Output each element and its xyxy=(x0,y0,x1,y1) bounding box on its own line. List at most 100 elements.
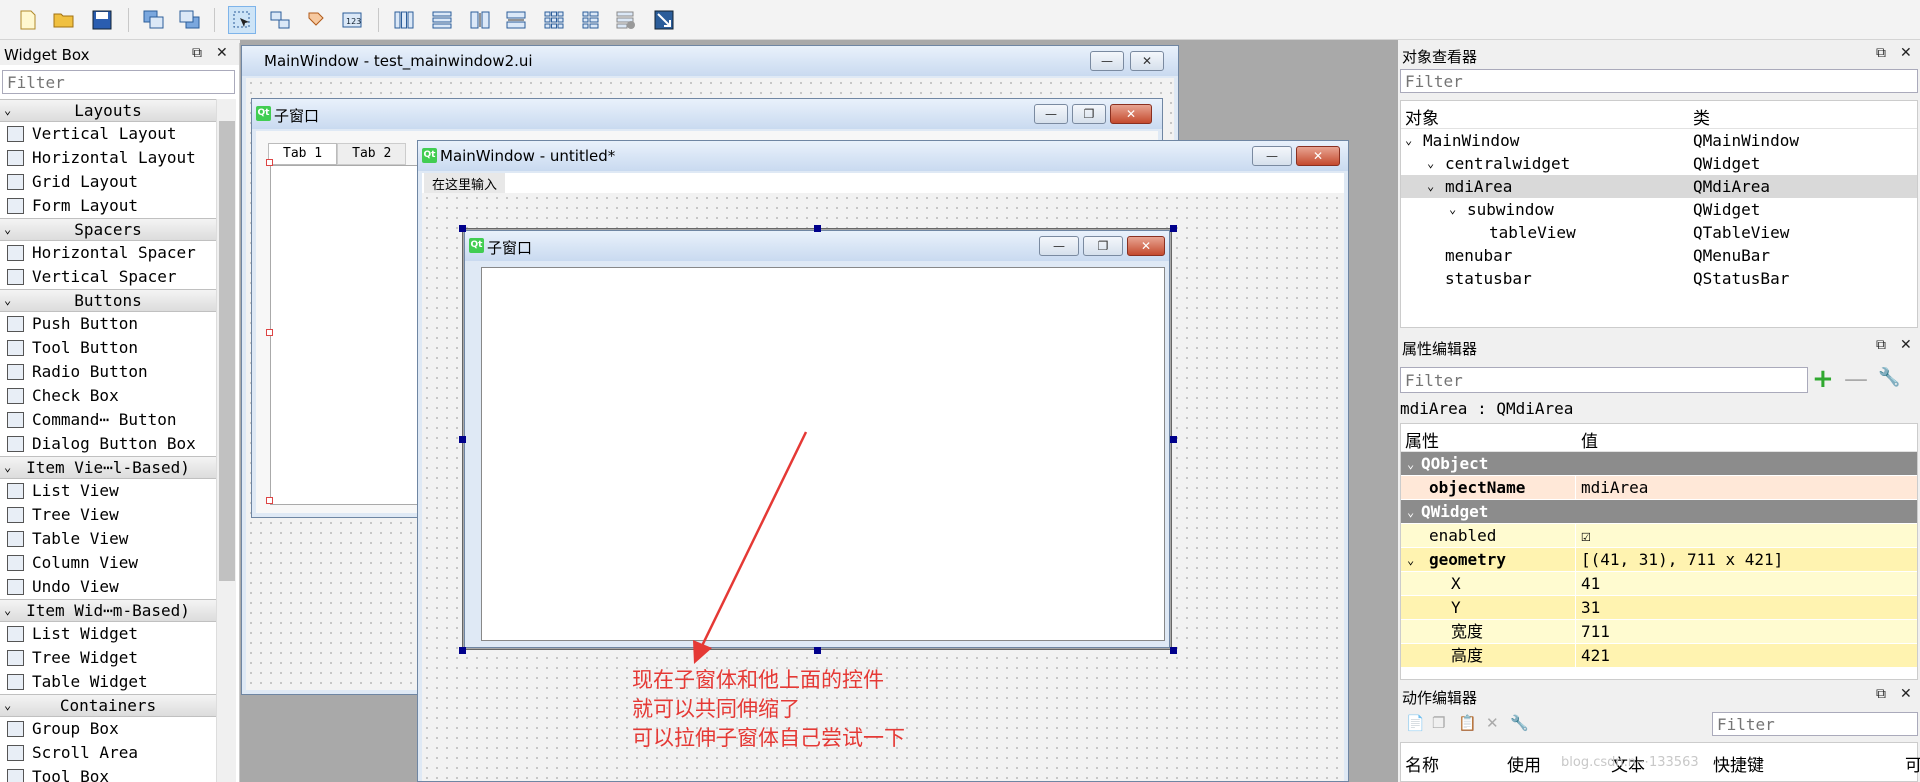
property-value[interactable]: 421 xyxy=(1581,644,1610,668)
tab-1[interactable]: Tab 1 xyxy=(268,143,338,165)
widget-category[interactable]: ⌄ Spacers xyxy=(0,218,216,241)
expand-arrow-icon[interactable]: ⌄ xyxy=(1427,152,1434,175)
column-shortcut[interactable]: 快捷键 xyxy=(1713,751,1764,776)
selection-handle[interactable] xyxy=(266,497,273,504)
layout-vertical-splitter-icon[interactable] xyxy=(502,6,530,34)
widget-item[interactable]: Vertical Spacer xyxy=(0,265,216,289)
object-tree-row[interactable]: tableView QTableView xyxy=(1401,221,1917,244)
break-layout-icon[interactable] xyxy=(612,6,640,34)
expand-arrow-icon[interactable]: ⌄ xyxy=(1407,452,1414,476)
object-tree-row[interactable]: ⌄ subwindow QWidget xyxy=(1401,198,1917,221)
column-property[interactable]: 属性 xyxy=(1405,427,1439,452)
widget-item[interactable]: Tree View xyxy=(0,503,216,527)
close-button[interactable]: ✕ xyxy=(1296,146,1340,166)
widget-item[interactable]: Column View xyxy=(0,551,216,575)
open-folder-icon[interactable] xyxy=(50,6,78,34)
minimize-button[interactable]: — xyxy=(1090,51,1124,71)
remove-property-icon[interactable]: — xyxy=(1844,365,1868,393)
column-checkable[interactable]: 可 xyxy=(1905,751,1920,776)
layout-form-icon[interactable] xyxy=(576,6,604,34)
property-row[interactable]: objectName mdiArea xyxy=(1401,476,1917,500)
widget-box-scrollbar[interactable] xyxy=(216,99,236,782)
widget-item[interactable]: Undo View xyxy=(0,575,216,599)
send-to-back-icon[interactable] xyxy=(140,6,168,34)
front-subwindow-titlebar[interactable]: Qt 子窗口 — ❐ ✕ xyxy=(465,231,1169,261)
property-value[interactable]: [(41, 31), 711 x 421] xyxy=(1581,548,1783,572)
layout-horizontal-icon[interactable] xyxy=(390,6,418,34)
edit-buddies-icon[interactable] xyxy=(302,6,330,34)
object-inspector-filter-input[interactable] xyxy=(1400,69,1918,93)
close-dock-icon[interactable]: ✕ xyxy=(1900,337,1912,353)
widget-item[interactable]: Table View xyxy=(0,527,216,551)
layout-vertical-icon[interactable] xyxy=(428,6,456,34)
selection-handle[interactable] xyxy=(814,647,821,654)
close-button[interactable]: ✕ xyxy=(1130,51,1164,71)
delete-action-icon[interactable]: ✕ xyxy=(1486,714,1499,732)
add-dynamic-property-icon[interactable]: + xyxy=(1812,365,1834,393)
selection-handle[interactable] xyxy=(459,436,466,443)
object-tree-row[interactable]: menubar QMenuBar xyxy=(1401,244,1917,267)
widget-item[interactable]: Table Widget xyxy=(0,670,216,694)
configure-wrench-icon[interactable]: 🔧 xyxy=(1510,714,1529,732)
widget-item[interactable]: Tree Widget xyxy=(0,646,216,670)
property-category[interactable]: ⌄ QObject xyxy=(1401,452,1917,476)
column-name[interactable]: 名称 xyxy=(1405,751,1439,776)
minimize-button[interactable]: — xyxy=(1039,236,1079,256)
selection-handle[interactable] xyxy=(1170,436,1177,443)
object-tree-row[interactable]: ⌄ mdiArea QMdiArea xyxy=(1401,175,1917,198)
property-row[interactable]: ⌄ geometry [(41, 31), 711 x 421] xyxy=(1401,548,1917,572)
widget-item[interactable]: Radio Button xyxy=(0,360,216,384)
property-value[interactable]: 41 xyxy=(1581,572,1600,596)
close-dock-icon[interactable]: ✕ xyxy=(1900,686,1912,702)
property-value[interactable]: 31 xyxy=(1581,596,1600,620)
widget-category[interactable]: ⌄ Containers xyxy=(0,694,216,717)
widget-item[interactable]: Check Box xyxy=(0,384,216,408)
expand-arrow-icon[interactable]: ⌄ xyxy=(1407,548,1414,572)
widget-item[interactable]: Grid Layout xyxy=(0,170,216,194)
property-row[interactable]: 宽度 711 xyxy=(1401,620,1917,644)
restore-button[interactable]: ❐ xyxy=(1083,236,1123,256)
selection-handle[interactable] xyxy=(459,225,466,232)
restore-button[interactable]: ❐ xyxy=(1072,104,1106,124)
widget-item[interactable]: Group Box xyxy=(0,717,216,741)
layout-horizontal-splitter-icon[interactable] xyxy=(466,6,494,34)
widget-category[interactable]: ⌄ Buttons xyxy=(0,289,216,312)
widget-item[interactable]: Dialog Button Box xyxy=(0,432,216,456)
close-button[interactable]: ✕ xyxy=(1127,236,1165,256)
tab-2[interactable]: Tab 2 xyxy=(337,143,407,165)
column-used[interactable]: 使用 xyxy=(1507,751,1541,776)
object-tree-row[interactable]: ⌄ centralwidget QWidget xyxy=(1401,152,1917,175)
widget-item[interactable]: Vertical Layout xyxy=(0,122,216,146)
widget-item[interactable]: List Widget xyxy=(0,622,216,646)
float-dock-icon[interactable]: ⧉ xyxy=(1876,337,1886,353)
property-category[interactable]: ⌄ QWidget xyxy=(1401,500,1917,524)
menu-type-here[interactable]: 在这里输入 xyxy=(424,173,506,194)
selection-handle[interactable] xyxy=(266,329,273,336)
widget-item[interactable]: List View xyxy=(0,479,216,503)
widget-category[interactable]: ⌄ Item Vie⋯l-Based) xyxy=(0,456,216,479)
property-row[interactable]: X 41 xyxy=(1401,572,1917,596)
close-button[interactable]: ✕ xyxy=(1110,104,1152,124)
edit-signals-slots-icon[interactable] xyxy=(266,6,294,34)
layout-grid-icon[interactable] xyxy=(540,6,568,34)
selection-handle[interactable] xyxy=(814,225,821,232)
widget-category[interactable]: ⌄ Item Wid⋯m-Based) xyxy=(0,599,216,622)
new-file-icon[interactable] xyxy=(14,6,42,34)
property-filter-input[interactable] xyxy=(1400,367,1808,393)
selection-handle[interactable] xyxy=(1170,225,1177,232)
property-row[interactable]: 高度 421 xyxy=(1401,644,1917,668)
column-value[interactable]: 值 xyxy=(1581,427,1598,452)
widget-item[interactable]: Push Button xyxy=(0,312,216,336)
selection-handle[interactable] xyxy=(266,159,273,166)
adjust-size-icon[interactable] xyxy=(650,6,678,34)
expand-arrow-icon[interactable]: ⌄ xyxy=(1405,129,1412,152)
widget-category[interactable]: ⌄ Layouts xyxy=(0,99,216,122)
front-window-titlebar[interactable]: Qt MainWindow - untitled* — ✕ xyxy=(418,141,1348,171)
save-icon[interactable] xyxy=(88,6,116,34)
selection-handle[interactable] xyxy=(459,647,466,654)
object-tree-row[interactable]: ⌄ MainWindow QMainWindow xyxy=(1401,129,1917,152)
bring-to-front-icon[interactable] xyxy=(176,6,204,34)
expand-arrow-icon[interactable]: ⌄ xyxy=(1449,198,1456,221)
action-filter-input[interactable] xyxy=(1712,712,1918,736)
object-tree-row[interactable]: statusbar QStatusBar xyxy=(1401,267,1917,290)
